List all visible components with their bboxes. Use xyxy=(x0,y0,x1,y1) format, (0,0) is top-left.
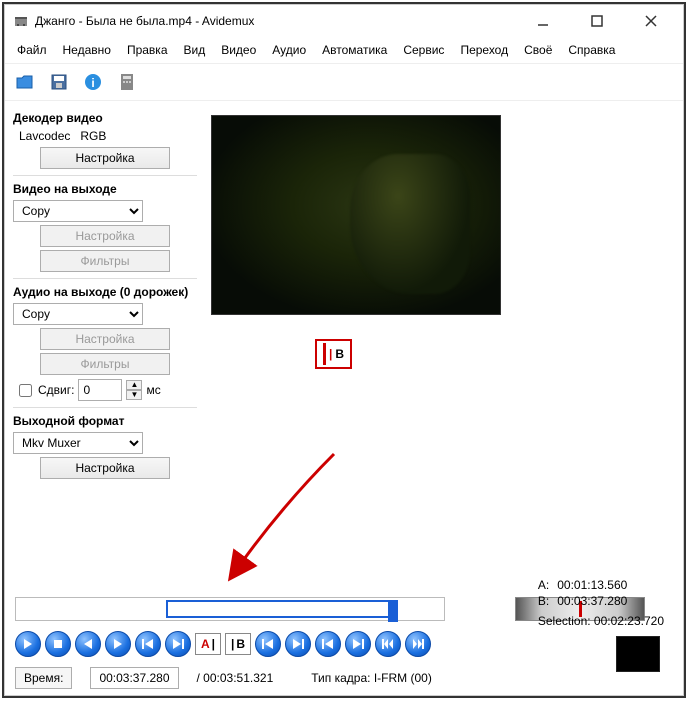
selection-range xyxy=(166,600,396,618)
save-file-button[interactable] xyxy=(45,68,73,96)
menubar: Файл Недавно Правка Вид Видео Аудио Авто… xyxy=(5,37,683,63)
next-black-frame-button[interactable] xyxy=(345,631,371,657)
menu-help[interactable]: Справка xyxy=(562,41,621,59)
audio-out-section: Аудио на выходе (0 дорожек) Copy Настрой… xyxy=(13,285,197,401)
video-out-configure-button[interactable]: Настройка xyxy=(40,225,170,247)
shift-up-button[interactable]: ▲ xyxy=(126,380,142,390)
goto-marker-b-button[interactable] xyxy=(285,631,311,657)
menu-audio[interactable]: Аудио xyxy=(266,41,312,59)
stop-button[interactable] xyxy=(45,631,71,657)
marker-info: A: 00:01:13.560 B: 00:03:37.280 Selectio… xyxy=(538,576,664,630)
time-total: / 00:03:51.321 xyxy=(197,671,274,685)
timeline[interactable] xyxy=(15,597,445,621)
minimize-button[interactable] xyxy=(525,9,561,33)
playhead-handle[interactable] xyxy=(388,600,398,622)
play-button[interactable] xyxy=(15,631,41,657)
marker-a-time: 00:01:13.560 xyxy=(557,578,627,592)
frame-type-label: Тип кадра: xyxy=(311,671,370,685)
shift-unit: мс xyxy=(146,383,160,397)
prev-frame-button[interactable] xyxy=(75,631,101,657)
frame-type-value: I-FRM (00) xyxy=(374,671,432,685)
open-file-button[interactable] xyxy=(11,68,39,96)
close-button[interactable] xyxy=(633,9,669,33)
titlebar: Джанго - Была не была.mp4 - Avidemux xyxy=(5,5,683,37)
svg-text:i: i xyxy=(91,76,94,90)
video-out-select[interactable]: Copy xyxy=(13,200,143,222)
info-button[interactable]: i xyxy=(79,68,107,96)
shift-down-button[interactable]: ▼ xyxy=(126,390,142,400)
maximize-button[interactable] xyxy=(579,9,615,33)
menu-recent[interactable]: Недавно xyxy=(57,41,117,59)
goto-marker-a-button[interactable] xyxy=(255,631,281,657)
output-format-section: Выходной формат Mkv Muxer Настройка xyxy=(13,414,197,479)
first-frame-button[interactable] xyxy=(375,631,401,657)
audio-out-configure-button[interactable]: Настройка xyxy=(40,328,170,350)
calculator-button[interactable] xyxy=(113,68,141,96)
shift-checkbox[interactable] xyxy=(19,384,32,397)
menu-service[interactable]: Сервис xyxy=(397,41,450,59)
audio-out-select[interactable]: Copy xyxy=(13,303,143,325)
selection-duration: 00:02:23.720 xyxy=(594,614,664,628)
shift-label: Сдвиг: xyxy=(38,383,74,397)
menu-edit[interactable]: Правка xyxy=(121,41,174,59)
prev-black-frame-button[interactable] xyxy=(315,631,341,657)
decoder-heading: Декодер видео xyxy=(13,111,197,125)
audio-out-heading: Аудио на выходе (0 дорожек) xyxy=(13,285,197,299)
toolbar: i xyxy=(5,63,683,101)
audio-out-filters-button[interactable]: Фильтры xyxy=(40,353,170,375)
window-title: Джанго - Была не была.mp4 - Avidemux xyxy=(35,14,525,28)
marker-b-highlight: | B xyxy=(315,339,352,369)
video-preview xyxy=(211,115,501,315)
last-frame-button[interactable] xyxy=(405,631,431,657)
video-out-heading: Видео на выходе xyxy=(13,182,197,196)
output-format-configure-button[interactable]: Настройка xyxy=(40,457,170,479)
menu-custom[interactable]: Своё xyxy=(518,41,558,59)
shift-value-input[interactable] xyxy=(78,379,122,401)
next-keyframe-button[interactable] xyxy=(165,631,191,657)
next-frame-button[interactable] xyxy=(105,631,131,657)
video-out-section: Видео на выходе Copy Настройка Фильтры xyxy=(13,182,197,272)
prev-keyframe-button[interactable] xyxy=(135,631,161,657)
set-marker-a-button[interactable]: A| xyxy=(195,633,221,655)
marker-b-time: 00:03:37.280 xyxy=(557,594,627,608)
menu-view[interactable]: Вид xyxy=(178,41,212,59)
menu-go[interactable]: Переход xyxy=(454,41,514,59)
menu-file[interactable]: Файл xyxy=(11,41,53,59)
decoder-codec: Lavcodec xyxy=(19,129,70,143)
menu-auto[interactable]: Автоматика xyxy=(316,41,393,59)
decoder-colorspace: RGB xyxy=(80,129,106,143)
video-out-filters-button[interactable]: Фильтры xyxy=(40,250,170,272)
decoder-section: Декодер видео Lavcodec RGB Настройка xyxy=(13,111,197,169)
output-format-heading: Выходной формат xyxy=(13,414,197,428)
decoder-configure-button[interactable]: Настройка xyxy=(40,147,170,169)
set-marker-b-button[interactable]: |B xyxy=(225,633,251,655)
menu-video[interactable]: Видео xyxy=(215,41,262,59)
time-label: Время: xyxy=(15,667,72,689)
thumbnail-preview xyxy=(616,636,660,672)
output-format-select[interactable]: Mkv Muxer xyxy=(13,432,143,454)
app-icon xyxy=(13,13,29,29)
time-current[interactable]: 00:03:37.280 xyxy=(90,667,178,689)
